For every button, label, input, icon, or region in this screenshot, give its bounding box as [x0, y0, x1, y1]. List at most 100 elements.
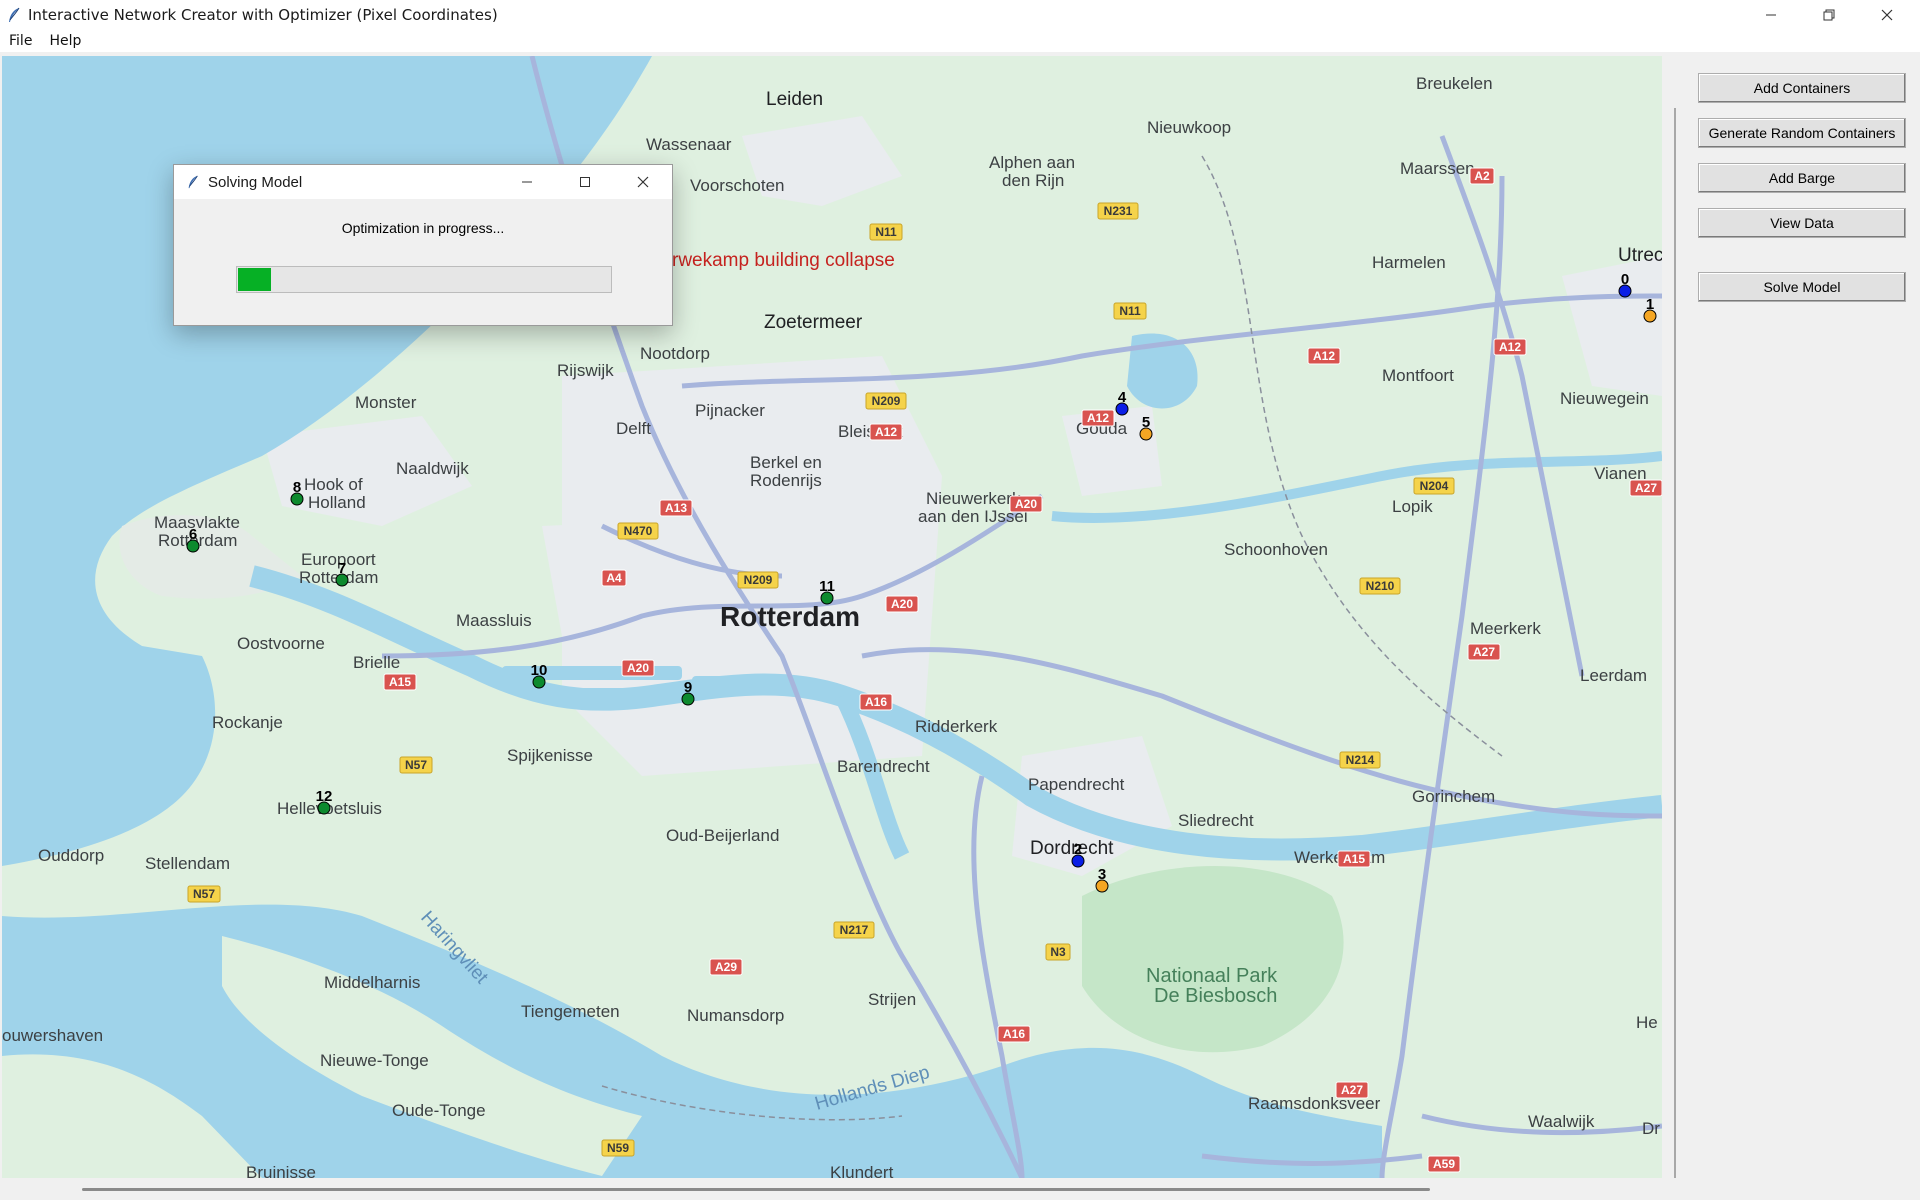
- label-sliedrecht: Sliedrecht: [1178, 811, 1254, 830]
- road-badge-a12: A12: [1493, 338, 1527, 356]
- svg-text:A16: A16: [1003, 1027, 1025, 1041]
- node-10-terminal[interactable]: 10: [531, 662, 548, 689]
- label-leiden: Leiden: [766, 89, 823, 110]
- dialog-close-button[interactable]: [614, 165, 672, 199]
- road-badge-a20: A20: [885, 595, 919, 613]
- solving-model-dialog: Solving Model Optimization in progress..…: [173, 164, 673, 326]
- node-label: 10: [531, 662, 548, 679]
- node-label: 1: [1646, 296, 1654, 313]
- node-12-terminal[interactable]: 12: [316, 788, 333, 815]
- view-data-button[interactable]: View Data: [1698, 208, 1906, 238]
- menu-file[interactable]: File: [0, 33, 40, 49]
- label-nootdorp: Nootdorp: [640, 344, 710, 363]
- road-badge-a2: A2: [1469, 167, 1495, 185]
- minimize-button[interactable]: [1742, 0, 1800, 29]
- road-badge-a27: A27: [1629, 479, 1662, 497]
- label-berkel: Berkel en: [750, 453, 822, 472]
- road-badge-n210: N210: [1359, 577, 1401, 595]
- label-alphen-2: den Rijn: [1002, 171, 1064, 190]
- road-badge-n57: N57: [187, 885, 221, 903]
- road-badge-a4: A4: [601, 569, 627, 587]
- road-badge-a29: A29: [709, 958, 743, 976]
- label-meerkerk: Meerkerk: [1470, 619, 1541, 638]
- label-montfoort: Montfoort: [1382, 366, 1454, 385]
- road-badge-a15: A15: [1337, 850, 1371, 868]
- road-badge-a12: A12: [1307, 347, 1341, 365]
- label-klundert: Klundert: [830, 1163, 894, 1178]
- dialog-maximize-button[interactable]: [556, 165, 614, 199]
- menu-help[interactable]: Help: [40, 33, 89, 49]
- road-badge-a20: A20: [621, 659, 655, 677]
- road-badge-a20: A20: [1009, 495, 1043, 513]
- svg-text:N3: N3: [1050, 945, 1066, 959]
- road-badge-n209: N209: [737, 571, 779, 589]
- label-stellendam: Stellendam: [145, 854, 230, 873]
- label-hook-2: Holland: [308, 493, 366, 512]
- node-label: 3: [1098, 866, 1106, 883]
- label-lopik: Lopik: [1392, 497, 1433, 516]
- label-waalwijk: Waalwijk: [1528, 1112, 1595, 1131]
- road-badge-a16: A16: [997, 1025, 1031, 1043]
- label-ouddorp: Ouddorp: [38, 846, 104, 865]
- generate-random-containers-button[interactable]: Generate Random Containers: [1698, 118, 1906, 148]
- svg-text:A20: A20: [627, 661, 649, 675]
- close-button[interactable]: [1858, 0, 1916, 29]
- label-barendrecht: Barendrecht: [837, 757, 930, 776]
- node-label: 11: [819, 578, 835, 595]
- dialog-title: Solving Model: [208, 173, 303, 191]
- label-naaldwijk: Naaldwijk: [396, 459, 469, 478]
- svg-text:A12: A12: [875, 425, 897, 439]
- svg-text:N231: N231: [1104, 204, 1133, 218]
- feather-icon: [9, 7, 20, 22]
- minimize-icon: [1766, 14, 1776, 15]
- road-badge-n59: N59: [601, 1139, 635, 1157]
- label-alphen: Alphen aan: [989, 153, 1075, 172]
- label-oudbeijerland: Oud-Beijerland: [666, 826, 779, 845]
- solve-model-button[interactable]: Solve Model: [1698, 272, 1906, 302]
- label-oostvoorne: Oostvoorne: [237, 634, 325, 653]
- label-nationaal: Nationaal Park: [1146, 965, 1278, 987]
- road-badge-n204: N204: [1413, 477, 1455, 495]
- restore-button[interactable]: [1800, 0, 1858, 29]
- label-monster: Monster: [355, 393, 417, 412]
- node-label: 0: [1621, 271, 1629, 288]
- label-pijnacker: Pijnacker: [695, 401, 765, 420]
- panel-separator: [1674, 108, 1676, 1178]
- svg-text:N217: N217: [840, 923, 869, 937]
- svg-text:A20: A20: [891, 597, 913, 611]
- scrollbar-thumb[interactable]: [82, 1188, 1430, 1191]
- add-containers-button[interactable]: Add Containers: [1698, 73, 1906, 103]
- svg-text:N214: N214: [1346, 753, 1375, 767]
- svg-text:A16: A16: [865, 695, 887, 709]
- close-icon: [637, 176, 649, 188]
- node-11-terminal[interactable]: 11: [819, 578, 835, 605]
- label-rijswijk: Rijswijk: [557, 361, 614, 380]
- label-schoonhoven: Schoonhoven: [1224, 540, 1328, 559]
- road-badge-n231: N231: [1097, 202, 1139, 220]
- dialog-titlebar[interactable]: Solving Model: [174, 165, 672, 199]
- label-he: He: [1636, 1013, 1658, 1032]
- label-maassluis: Maassluis: [456, 611, 532, 630]
- label-nationaal-2: De Biesbosch: [1154, 985, 1277, 1007]
- road-badge-n57: N57: [399, 756, 433, 774]
- label-nieuwerkerk: Nieuwerkerk: [926, 489, 1021, 508]
- progress-fill: [238, 268, 271, 291]
- road-badge-a27: A27: [1335, 1081, 1369, 1099]
- dialog-minimize-button[interactable]: [498, 165, 556, 199]
- road-badge-a12: A12: [869, 423, 903, 441]
- road-badge-a12: A12: [1081, 409, 1115, 427]
- svg-text:N210: N210: [1366, 579, 1395, 593]
- label-ridderkerk: Ridderkerk: [915, 717, 998, 736]
- label-dr: Dr: [1642, 1119, 1660, 1138]
- road-badge-a15: A15: [383, 673, 417, 691]
- horizontal-scrollbar[interactable]: [0, 1180, 1920, 1200]
- label-maarssen: Maarssen: [1400, 159, 1475, 178]
- add-barge-button[interactable]: Add Barge: [1698, 163, 1906, 193]
- road-badge-a27: A27: [1467, 643, 1501, 661]
- label-ouwershaven: ouwershaven: [2, 1026, 103, 1045]
- label-hook: Hook of: [304, 475, 363, 494]
- svg-text:N11: N11: [1119, 304, 1141, 318]
- road-badge-n214: N214: [1339, 751, 1381, 769]
- progress-bar: [236, 266, 612, 293]
- svg-text:N11: N11: [875, 225, 897, 239]
